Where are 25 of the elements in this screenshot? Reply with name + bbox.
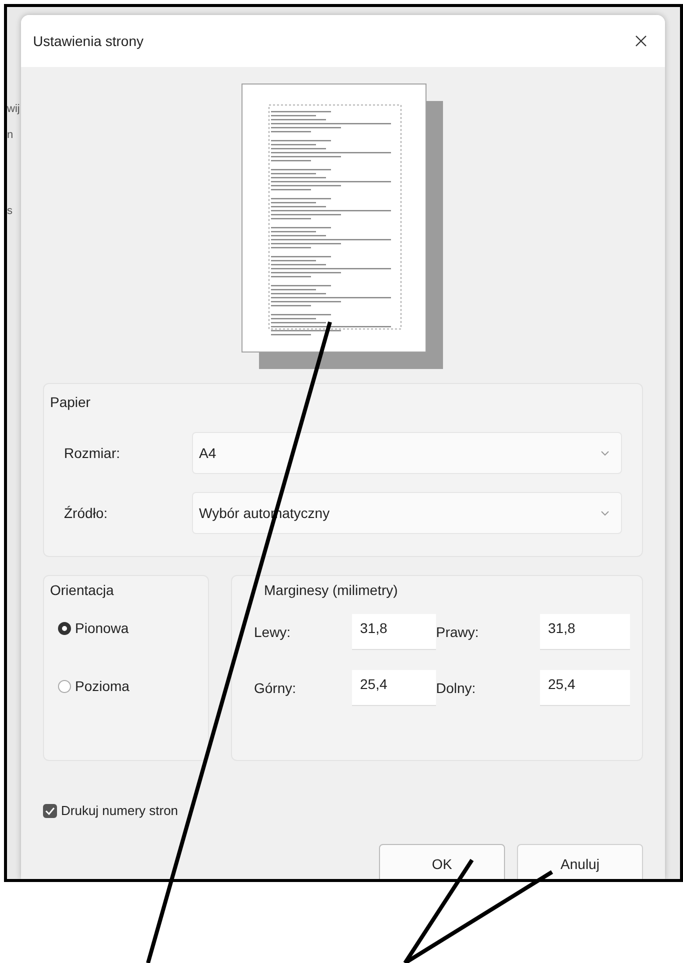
background-text: s bbox=[7, 205, 14, 217]
input-field[interactable]: 31,8 bbox=[540, 614, 630, 650]
field-label: Źródło: bbox=[64, 505, 109, 521]
field-label: Lewy: bbox=[254, 624, 291, 640]
group-label: Marginesy (milimetry) bbox=[264, 582, 399, 598]
dropdown[interactable]: A4 bbox=[192, 432, 622, 474]
input-field[interactable]: 25,4 bbox=[540, 670, 630, 706]
group-label: Orientacja bbox=[50, 582, 115, 598]
window-title: Ustawienia strony bbox=[33, 33, 144, 49]
background-text: wij bbox=[7, 103, 21, 115]
close-icon bbox=[635, 35, 647, 47]
field-label: Dolny: bbox=[436, 680, 476, 696]
group-label: Papier bbox=[50, 394, 92, 410]
input-field[interactable]: 31,8 bbox=[352, 614, 436, 650]
checkbox-option[interactable]: Drukuj numery stron bbox=[43, 803, 643, 818]
background-text: n bbox=[7, 129, 14, 141]
chevron-icon bbox=[601, 450, 609, 456]
radio-option[interactable]: Pionowa bbox=[58, 620, 208, 636]
radio-option[interactable]: Pozioma bbox=[58, 678, 208, 694]
field-label: Rozmiar: bbox=[64, 445, 122, 461]
field-label: Górny: bbox=[254, 680, 296, 696]
field-label: Prawy: bbox=[436, 624, 479, 640]
dialog-button[interactable]: Anuluj bbox=[517, 844, 643, 879]
input-field[interactable]: 25,4 bbox=[352, 670, 436, 706]
dialog-button[interactable]: OK bbox=[379, 844, 505, 879]
